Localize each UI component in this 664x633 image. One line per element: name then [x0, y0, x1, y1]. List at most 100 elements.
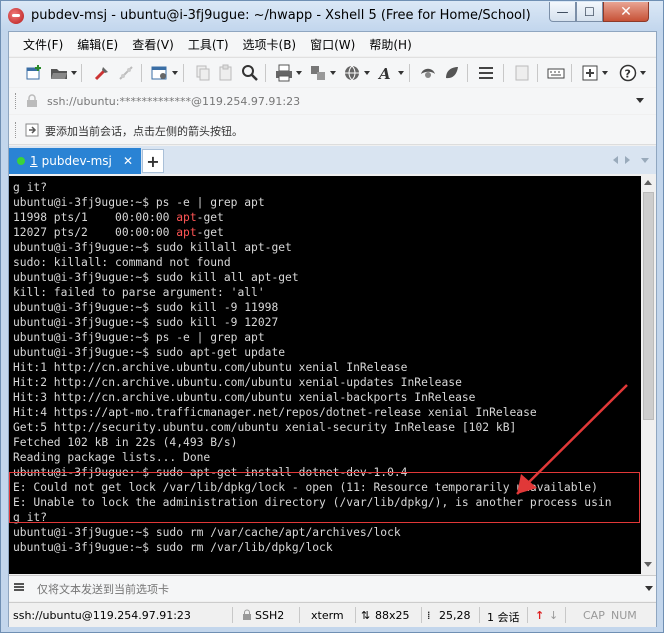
font-dropdown-icon[interactable]	[398, 71, 404, 75]
status-size: 88x25	[375, 609, 410, 622]
close-tab-icon[interactable]: ✕	[123, 154, 133, 168]
globe-icon[interactable]	[343, 64, 361, 82]
xshell-logo-icon[interactable]	[8, 8, 24, 24]
properties-icon[interactable]	[151, 64, 169, 82]
scroll-thumb[interactable]	[643, 192, 654, 420]
new-tab-button[interactable]: +	[142, 149, 164, 173]
help-icon[interactable]: ?	[619, 64, 637, 82]
print-dropdown-icon[interactable]	[296, 71, 302, 75]
maximize-button[interactable]: ☐	[576, 2, 603, 22]
menu-tab[interactable]: 选项卡(B)	[243, 36, 297, 53]
reconnect-icon[interactable]	[93, 64, 111, 82]
status-num: NUM	[611, 609, 637, 622]
svg-text:?: ?	[625, 68, 631, 81]
toolbar-separator	[81, 64, 82, 82]
terminal-line: sudo: killall: command not found	[13, 256, 231, 269]
status-separator	[355, 607, 356, 623]
transfer-dropdown-icon[interactable]	[330, 71, 336, 75]
status-separator	[299, 607, 300, 623]
open-dropdown-icon[interactable]	[71, 71, 77, 75]
menu-help[interactable]: 帮助(H)	[369, 36, 411, 53]
xftp-icon[interactable]	[419, 64, 437, 82]
terminal-line: ubuntu@i-3fj9ugue:~$ sudo kill -9 12027	[13, 316, 279, 329]
grip-handle[interactable]	[15, 122, 18, 138]
transfer-icon[interactable]	[309, 64, 327, 82]
close-window-button[interactable]: ✕	[603, 2, 649, 22]
script-icon	[513, 64, 531, 82]
font-icon[interactable]: A	[377, 64, 395, 82]
arrow-icon[interactable]	[25, 123, 39, 137]
status-terminal-type: xterm	[311, 609, 344, 622]
address-input[interactable]	[45, 91, 615, 111]
terminal-scrollbar[interactable]	[641, 176, 656, 574]
terminal-line: Get:5 http://security.ubuntu.com/ubuntu …	[13, 421, 517, 434]
add-dropdown-icon[interactable]	[602, 71, 608, 75]
terminal-line: 11998 pts/1 00:00:00 apt-get	[13, 211, 224, 224]
add-icon[interactable]	[581, 64, 599, 82]
status-protocol: SSH2	[255, 609, 285, 622]
status-separator	[421, 607, 422, 623]
keyboard-icon[interactable]	[547, 64, 565, 82]
print-icon[interactable]	[275, 64, 293, 82]
disconnect-icon	[117, 64, 135, 82]
toolbar-separator	[571, 64, 572, 82]
open-folder-icon[interactable]	[50, 64, 68, 82]
title-bar[interactable]: pubdev-msj - ubuntu@i-3fj9ugue: ~/hwapp …	[1, 1, 663, 31]
copy-icon	[194, 64, 212, 82]
terminal-line: Hit:4 https://apt-mo.trafficmanager.net/…	[13, 406, 537, 419]
tab-scroll-right-icon[interactable]	[625, 156, 630, 164]
terminal-line: ubuntu@i-3fj9ugue:~$ sudo rm /var/lib/dp…	[13, 541, 333, 554]
tab-pubdev-msj[interactable]: 1 pubdev-msj ✕	[9, 148, 141, 174]
properties-dropdown-icon[interactable]	[172, 71, 178, 75]
scroll-down-icon[interactable]	[644, 562, 652, 567]
compose-bar	[9, 575, 656, 601]
menu-file[interactable]: 文件(F)	[23, 36, 63, 53]
toolbar-separator	[467, 64, 468, 82]
app-window: pubdev-msj - ubuntu@i-3fj9ugue: ~/hwapp …	[0, 0, 664, 633]
compose-dropdown-icon[interactable]	[645, 586, 653, 591]
compose-input[interactable]	[37, 579, 597, 599]
terminal-line: 12027 pts/2 00:00:00 apt-get	[13, 226, 224, 239]
menu-icon[interactable]	[14, 586, 24, 588]
xmanager-icon[interactable]	[443, 64, 461, 82]
terminal-line: ubuntu@i-3fj9ugue:~$ sudo rm /var/cache/…	[13, 526, 401, 539]
terminal-line: g it?	[13, 181, 48, 194]
minimize-button[interactable]: —	[549, 2, 576, 22]
window-title: pubdev-msj - ubuntu@i-3fj9ugue: ~/hwapp …	[31, 8, 531, 23]
menu-edit[interactable]: 编辑(E)	[77, 36, 118, 53]
paste-icon	[217, 64, 235, 82]
help-dropdown-icon[interactable]	[640, 71, 646, 75]
new-session-icon[interactable]	[25, 64, 43, 82]
scroll-up-icon[interactable]	[644, 180, 652, 185]
address-bar	[9, 88, 656, 114]
terminal-line: kill: failed to parse argument: 'all'	[13, 286, 265, 299]
menu-window[interactable]: 窗口(W)	[310, 36, 355, 53]
lock-icon	[241, 609, 253, 624]
toolbar-separator	[265, 64, 266, 82]
lock-icon	[25, 94, 39, 108]
grep-match: apt	[176, 211, 197, 224]
tab-scroll-left-icon[interactable]	[613, 156, 618, 164]
address-dropdown-icon[interactable]	[636, 98, 644, 103]
connected-status-icon	[17, 157, 25, 165]
terminal-line: ubuntu@i-3fj9ugue:~$ sudo kill all apt-g…	[13, 271, 299, 284]
terminal-line: ubuntu@i-3fj9ugue:~$ ps -e | grep apt	[13, 196, 265, 209]
tab-list-dropdown-icon[interactable]	[641, 158, 649, 163]
status-sessions: 1 会话	[487, 611, 520, 624]
hint-text: 要添加当前会话，点击左侧的箭头按钮。	[45, 125, 243, 138]
cursor-icon: ⁞	[427, 609, 431, 622]
menu-view[interactable]: 查看(V)	[132, 36, 174, 53]
upload-arrow-icon: ↑	[535, 609, 545, 622]
terminal-line: ubuntu@i-3fj9ugue:~$ sudo apt-get update	[13, 346, 286, 359]
grip-handle[interactable]	[15, 93, 18, 109]
find-icon[interactable]	[241, 64, 259, 82]
terminal-line: Fetched 102 kB in 22s (4,493 B/s)	[13, 436, 238, 449]
status-caps: CAP	[583, 609, 605, 622]
toolbar-separator	[503, 64, 504, 82]
toolbar-separator	[141, 64, 142, 82]
toolbar: A ?	[9, 57, 656, 87]
globe-dropdown-icon[interactable]	[364, 71, 370, 75]
compose-icon[interactable]	[477, 64, 495, 82]
menu-tools[interactable]: 工具(T)	[188, 36, 229, 53]
terminal-output[interactable]: g it? ubuntu@i-3fj9ugue:~$ ps -e | grep a…	[9, 176, 641, 574]
